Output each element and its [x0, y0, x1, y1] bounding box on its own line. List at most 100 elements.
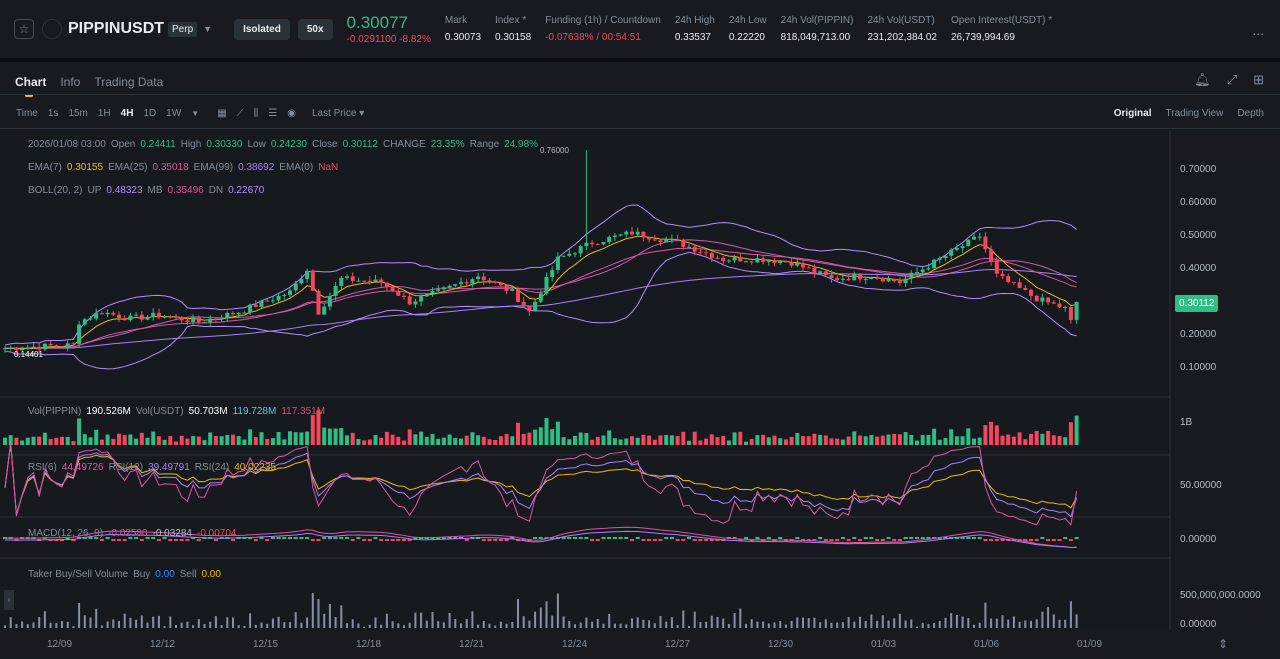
- candle-body: [310, 270, 315, 291]
- taker-volume-bar: [186, 621, 189, 628]
- volume-bar: [920, 435, 925, 445]
- layout-grid-icon[interactable]: ⊞: [1253, 72, 1264, 88]
- taker-volume-bar: [898, 613, 901, 628]
- taker-volume-bar: [682, 610, 685, 628]
- taker-volume-bar: [357, 623, 360, 628]
- date-axis-label: 01/09: [1077, 639, 1103, 650]
- tab-trading-data[interactable]: Trading Data: [94, 75, 163, 89]
- taker-volume-bar: [551, 615, 554, 628]
- candle-body: [698, 251, 703, 253]
- interval-1d[interactable]: 1D: [143, 108, 156, 119]
- candle-body: [550, 269, 555, 277]
- taker-volume-bar: [454, 619, 457, 628]
- volume-bar: [516, 422, 520, 445]
- candle-body: [595, 244, 600, 246]
- boll-legend: BOLL(20, 2) UP 0.48323 MB 0.35496 DN 0.22670: [28, 185, 265, 196]
- volume-bar: [664, 434, 669, 445]
- volume-bar: [601, 435, 606, 445]
- view-original[interactable]: Original: [1114, 108, 1152, 119]
- taker-volume-bar: [1012, 616, 1015, 628]
- candle-body: [436, 289, 441, 291]
- leverage-button[interactable]: 50x: [297, 18, 333, 40]
- volume-bar: [459, 438, 463, 445]
- volume-bar: [635, 437, 640, 445]
- candle-body: [761, 258, 766, 262]
- taker-volume-bar: [739, 608, 742, 628]
- tab-info[interactable]: Info: [60, 75, 80, 89]
- target-icon[interactable]: ◉: [287, 108, 296, 119]
- settings-icon[interactable]: ☰: [268, 108, 277, 119]
- candle-body: [1023, 287, 1028, 290]
- indicator-icon[interactable]: ⟋: [237, 108, 244, 119]
- taker-volume-bar: [676, 625, 679, 628]
- view-depth[interactable]: Depth: [1237, 108, 1264, 119]
- taker-volume-bar: [579, 622, 582, 628]
- macd-histogram-bar: [818, 537, 823, 539]
- chart-type-icon[interactable]: ⫼: [254, 108, 259, 119]
- macd-histogram-bar: [1074, 537, 1079, 539]
- macd-histogram-bar: [704, 539, 709, 541]
- candle-body: [265, 300, 270, 302]
- volume-axis-label: 1B: [1180, 417, 1193, 428]
- taker-volume-bar: [135, 619, 138, 628]
- volume-bar: [949, 429, 954, 445]
- more-icon[interactable]: ...: [1252, 22, 1264, 38]
- view-trading-view[interactable]: Trading View: [1166, 108, 1224, 119]
- collapse-arrow-icon[interactable]: ›: [4, 590, 14, 610]
- taker-volume-bar: [209, 621, 212, 628]
- macd-histogram-bar: [1040, 537, 1045, 539]
- symbol-dropdown-icon[interactable]: ▼: [203, 24, 212, 34]
- macd-histogram-bar: [840, 537, 845, 539]
- taker-volume-bar: [163, 626, 166, 628]
- fullscreen-icon[interactable]: ⤢: [1227, 72, 1237, 88]
- taker-volume-bar: [32, 622, 35, 628]
- volume-bar: [903, 432, 908, 445]
- macd-histogram-bar: [966, 537, 971, 539]
- candle-body: [886, 278, 891, 282]
- taker-legend: Taker Buy/Sell Volume Buy 0.00 Sell 0.00: [28, 569, 221, 580]
- candle-body: [476, 276, 481, 280]
- alert-bell-icon[interactable]: 🔔︎: [1194, 72, 1211, 88]
- tab-chart[interactable]: Chart: [15, 75, 46, 97]
- volume-bar: [105, 434, 110, 445]
- volume-bar: [715, 437, 720, 445]
- macd-histogram-bar: [1051, 539, 1056, 541]
- date-axis-label: 12/09: [47, 639, 73, 650]
- interval-dropdown-icon[interactable]: ▼: [191, 109, 199, 118]
- interval-1s[interactable]: 1s: [48, 108, 59, 119]
- candle-body: [42, 343, 47, 350]
- macd-histogram-bar: [863, 537, 868, 539]
- margin-mode-button[interactable]: Isolated: [234, 18, 290, 40]
- macd-histogram-bar: [299, 537, 304, 539]
- price-type-select[interactable]: Last Price ▾: [312, 108, 364, 119]
- interval-time[interactable]: Time: [16, 108, 38, 119]
- taker-volume-bar: [699, 622, 702, 628]
- volume-bar: [441, 437, 446, 445]
- interval-1h[interactable]: 1H: [98, 108, 111, 119]
- taker-volume-bar: [106, 621, 109, 628]
- macd-histogram-bar: [607, 537, 612, 539]
- candle-body: [396, 291, 401, 296]
- interval-1w[interactable]: 1W: [166, 108, 181, 119]
- volume-bar: [464, 435, 469, 445]
- taker-volume-bar: [49, 622, 52, 628]
- taker-volume-bar: [294, 612, 297, 628]
- macd-histogram-bar: [339, 537, 344, 539]
- macd-histogram-bar: [795, 537, 800, 539]
- symbol-name[interactable]: PIPPINUSDT: [68, 20, 164, 38]
- taker-volume-bar: [306, 617, 309, 628]
- scale-reset-icon[interactable]: ⇕: [1218, 637, 1228, 651]
- taker-volume-bar: [66, 621, 69, 628]
- favorite-star-icon[interactable]: ☆: [14, 19, 34, 39]
- volume-bar: [42, 432, 47, 445]
- interval-4h[interactable]: 4H: [121, 108, 134, 119]
- volume-bar: [339, 428, 344, 445]
- taker-volume-bar: [385, 613, 388, 628]
- taker-volume-bar: [733, 613, 736, 628]
- taker-volume-bar: [237, 625, 240, 628]
- candle-body: [390, 286, 395, 292]
- taker-volume-bar: [545, 601, 548, 628]
- candle-body: [356, 280, 361, 282]
- interval-15m[interactable]: 15m: [68, 108, 87, 119]
- calendar-icon[interactable]: ▦: [217, 108, 226, 119]
